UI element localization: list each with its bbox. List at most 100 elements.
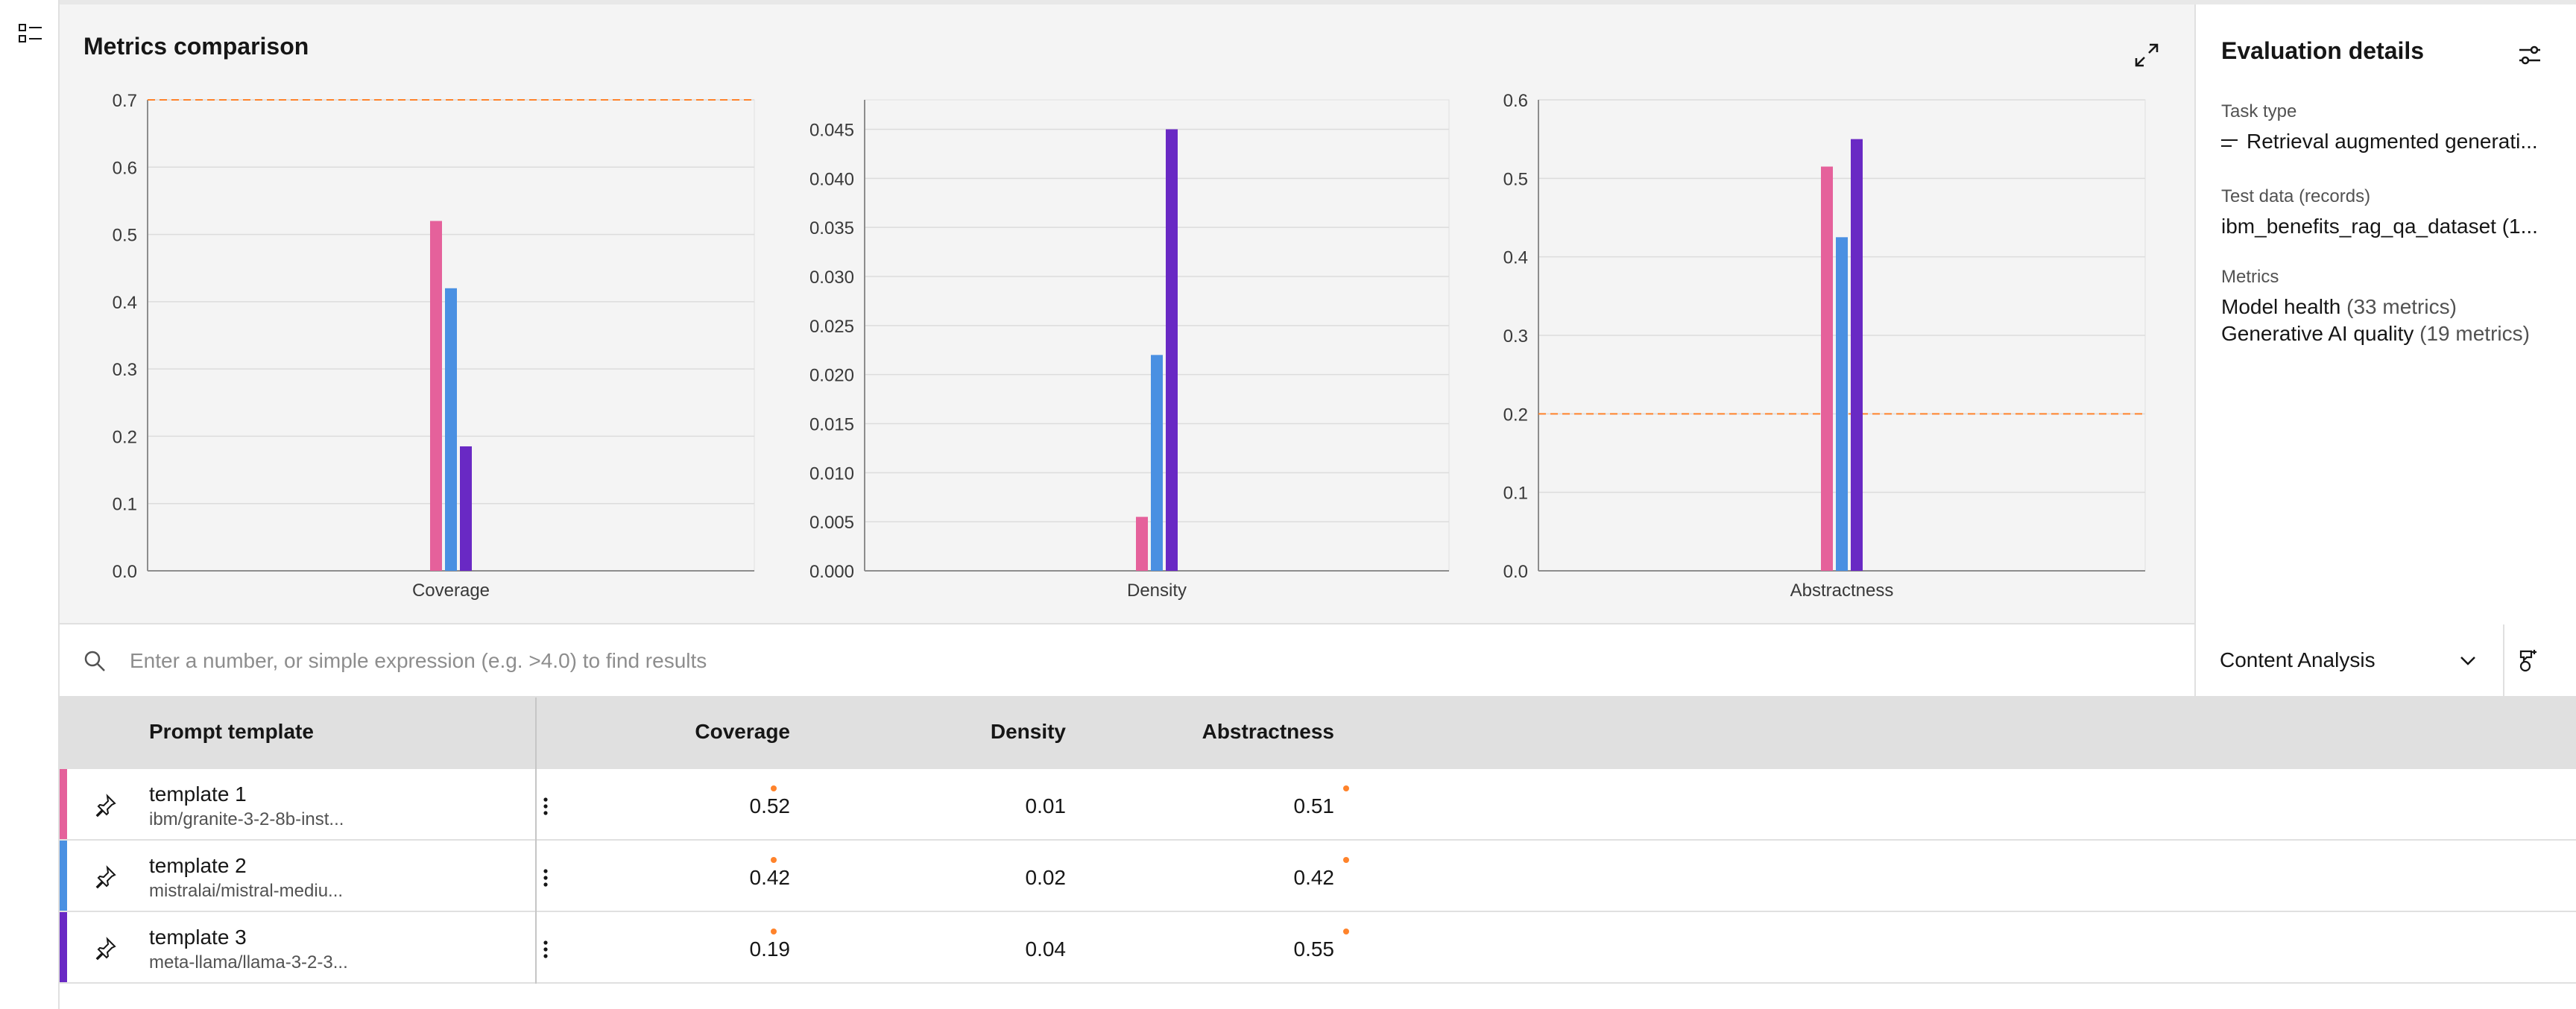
list-toggle-icon[interactable] — [18, 22, 43, 45]
pin-icon[interactable] — [91, 861, 121, 891]
metric-group-name: Generative AI quality — [2221, 322, 2414, 345]
metric-group-count: (19 metrics) — [2419, 322, 2530, 345]
density-value: 0.04 — [1025, 937, 1067, 961]
template-model: mistralai/mistral-mediu... — [149, 881, 344, 901]
threshold-violation-marker — [1343, 785, 1349, 791]
bar — [1836, 237, 1848, 571]
column-header-template[interactable]: Prompt template — [149, 720, 314, 744]
metrics-charts: 0.0 0.1 0.2 0.3 0.4 0.5 0.6 0.7 Coverage 0.000 0.0… — [113, 91, 2146, 601]
x-tick-label: Abstractness — [1790, 581, 1894, 601]
template-name: template 3 — [149, 926, 247, 949]
test-data-value: ibm_benefits_rag_qa_dataset (1... — [2221, 215, 2538, 238]
y-tick-label: 0.005 — [809, 513, 854, 533]
task-type-value: Retrieval augmented generati... — [2221, 130, 2564, 154]
metric-group-count: (33 metrics) — [2346, 295, 2457, 318]
pin-icon[interactable] — [91, 933, 121, 963]
y-tick-label: 0.7 — [113, 91, 137, 111]
series-color-swatch — [60, 769, 67, 839]
y-tick-label: 0.0 — [1503, 562, 1528, 582]
density-value: 0.02 — [1025, 866, 1067, 889]
search-toolbar: Content Analysis — [60, 624, 2576, 698]
template-model: ibm/granite-3-2-8b-inst... — [149, 809, 344, 829]
abstractness-value: 0.42 — [1293, 866, 1335, 889]
y-tick-label: 0.040 — [809, 169, 854, 189]
metric-group-genai-quality: Generative AI quality (19 metrics) — [2221, 322, 2564, 346]
view-dropdown-label: Content Analysis — [2220, 648, 2375, 671]
bar — [430, 221, 442, 571]
threshold-violation-marker — [1343, 857, 1349, 863]
metric-group-model-health: Model health (33 metrics) — [2221, 295, 2564, 319]
y-tick-label: 0.035 — [809, 218, 854, 238]
y-tick-label: 0.2 — [1503, 405, 1528, 425]
series-color-swatch — [60, 912, 67, 982]
y-tick-label: 0.015 — [809, 415, 854, 435]
x-tick-label: Coverage — [412, 581, 490, 601]
bar — [460, 446, 472, 571]
threshold-violation-marker — [771, 929, 777, 934]
column-header-coverage[interactable]: Coverage — [641, 720, 790, 744]
template-name: template 2 — [149, 854, 247, 877]
column-divider — [535, 698, 537, 769]
template-model: meta-llama/llama-3-2-3... — [149, 952, 348, 972]
metrics-comparison-panel: Metrics comparison 0.0 0.1 0.2 0.3 0.4 0.5 0.6… — [60, 4, 2194, 624]
bar — [1151, 355, 1163, 571]
chevron-down-icon — [2460, 657, 2475, 665]
task-type-label: Task type — [2221, 101, 2297, 121]
text-lines-icon — [2221, 139, 2238, 147]
y-tick-label: 0.025 — [809, 317, 854, 337]
table-header: Prompt template Coverage Density Abstrac… — [60, 698, 2576, 769]
bar — [445, 288, 457, 571]
column-header-density[interactable]: Density — [917, 720, 1066, 744]
search-icon — [84, 651, 105, 671]
y-tick-label: 0.3 — [113, 360, 137, 380]
table-row[interactable]: template 1 ibm/granite-3-2-8b-inst... 0.… — [60, 769, 2576, 841]
y-tick-label: 0.0 — [113, 562, 137, 582]
y-tick-label: 0.4 — [113, 293, 137, 313]
search-input[interactable] — [130, 642, 2142, 680]
density-value: 0.01 — [1025, 794, 1067, 817]
table-row[interactable]: template 2 mistralai/mistral-mediu... 0.… — [60, 841, 2576, 912]
metric-group-name: Model health — [2221, 295, 2341, 318]
y-tick-label: 0.010 — [809, 464, 854, 484]
y-tick-label: 0.030 — [809, 268, 854, 288]
evaluation-details-panel: Evaluation details Task type Retrieval a… — [2194, 4, 2576, 624]
metrics-label: Metrics — [2221, 267, 2279, 287]
y-tick-label: 0.2 — [113, 427, 137, 447]
column-header-abstractness[interactable]: Abstractness — [1140, 720, 1334, 744]
template-name: template 1 — [149, 782, 247, 806]
y-tick-label: 0.000 — [809, 562, 854, 582]
x-tick-label: Density — [1127, 581, 1187, 601]
y-tick-label: 0.6 — [1503, 91, 1528, 111]
y-tick-label: 0.5 — [1503, 169, 1528, 189]
coverage-value: 0.52 — [749, 794, 791, 817]
y-tick-label: 0.4 — [1503, 248, 1528, 268]
bar — [1821, 166, 1833, 572]
ai-assist-icon[interactable] — [2512, 644, 2545, 677]
task-type-text: Retrieval augmented generati... — [2247, 130, 2538, 153]
y-tick-label: 0.5 — [113, 226, 137, 246]
bar — [1136, 516, 1148, 571]
abstractness-value: 0.51 — [1293, 794, 1335, 817]
column-divider — [535, 841, 537, 912]
table-row[interactable]: template 3 meta-llama/llama-3-2-3... 0.1… — [60, 912, 2576, 984]
y-tick-label: 0.1 — [1503, 484, 1528, 504]
coverage-value: 0.19 — [749, 937, 791, 961]
settings-adjust-icon[interactable] — [2515, 40, 2545, 70]
y-tick-label: 0.045 — [809, 121, 854, 141]
test-data-label: Test data (records) — [2221, 186, 2371, 206]
y-tick-label: 0.6 — [113, 158, 137, 178]
column-divider — [535, 769, 537, 841]
view-dropdown[interactable]: Content Analysis — [2194, 624, 2504, 696]
series-color-swatch — [60, 841, 67, 911]
coverage-value: 0.42 — [749, 866, 791, 889]
column-divider — [535, 912, 537, 984]
details-title: Evaluation details — [2221, 37, 2425, 64]
threshold-violation-marker — [771, 857, 777, 863]
bar — [1851, 139, 1863, 571]
left-rail — [0, 0, 60, 1009]
y-tick-label: 0.3 — [1503, 326, 1528, 347]
pin-icon[interactable] — [91, 790, 121, 820]
bar — [1166, 129, 1178, 571]
results-table: Prompt template Coverage Density Abstrac… — [60, 698, 2576, 984]
y-tick-label: 0.1 — [113, 495, 137, 515]
